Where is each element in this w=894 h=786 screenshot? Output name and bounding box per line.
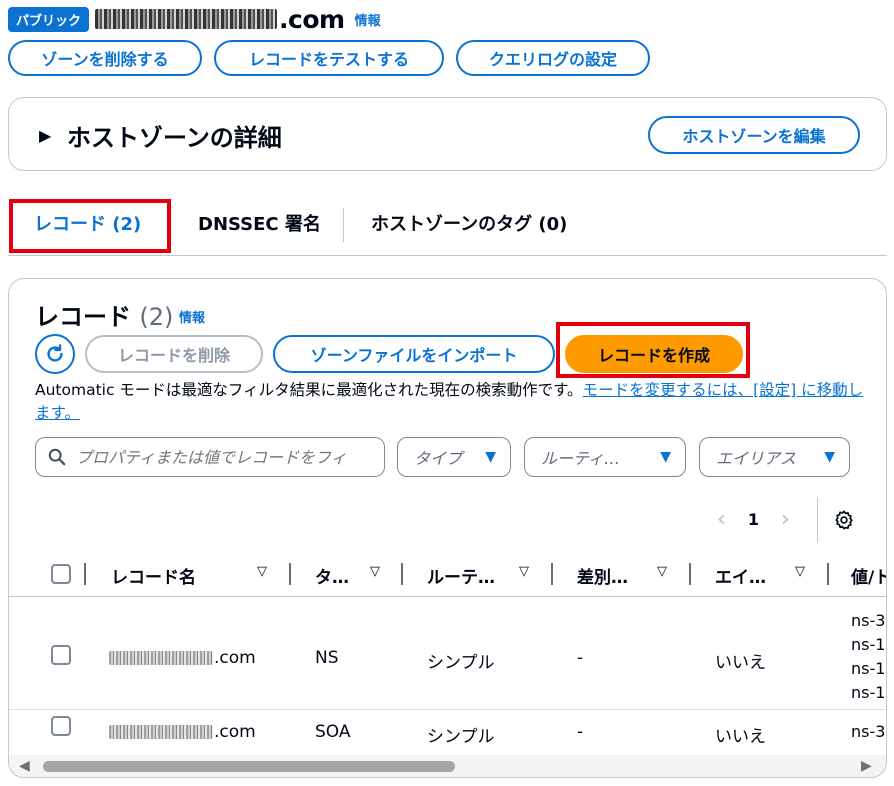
expand-triangle-icon[interactable]: ▶ [39, 126, 51, 145]
scroll-left-icon[interactable]: ◀ [19, 758, 30, 774]
search-input[interactable] [76, 447, 366, 467]
import-zone-file-button[interactable]: ゾーンファイルをインポート [273, 335, 555, 373]
record-name-redacted [109, 725, 213, 739]
records-heading: レコード (2) [35, 297, 173, 332]
row-checkbox[interactable] [51, 716, 71, 736]
description-text: Automatic モードは最適なフィルタ結果に最適化された現在の検索動作です。 [35, 381, 583, 399]
column-divider [84, 563, 86, 585]
select-all-checkbox[interactable] [51, 564, 71, 584]
edit-hosted-zone-button[interactable]: ホストゾーンを編集 [648, 116, 860, 154]
record-value: ns-3 [851, 611, 886, 630]
record-search[interactable] [35, 437, 385, 477]
public-badge: パブリック [8, 6, 90, 32]
record-name[interactable]: .com [109, 648, 256, 668]
sort-icon[interactable]: ▽ [657, 564, 667, 579]
type-filter-label: タイプ [414, 449, 463, 468]
search-mode-description: Automatic モードは最適なフィルタ結果に最適化された現在の検索動作です。… [35, 379, 865, 425]
tab-divider [343, 208, 344, 242]
column-divider [551, 563, 553, 585]
tab-tags[interactable]: ホストゾーンのタグ (0) [371, 210, 567, 236]
record-type: SOA [315, 722, 351, 742]
records-title: レコード [35, 303, 131, 331]
domain-name-suffix: .com [279, 4, 345, 34]
record-values: ns-3 ns-1 ns-1 ns-1 [851, 609, 885, 705]
record-routing: シンプル [427, 653, 495, 673]
record-alias: いいえ [715, 727, 766, 747]
column-alias[interactable]: エイ… [715, 563, 766, 588]
column-record-name[interactable]: レコード名 [111, 563, 196, 588]
table-row[interactable]: .com SOA シンプル - いいえ ns-3 [9, 710, 886, 755]
alias-filter-label: エイリアス [716, 449, 797, 468]
horizontal-scrollbar[interactable]: ◀ ▶ [9, 755, 886, 777]
column-value[interactable]: 値/ト [851, 563, 886, 588]
tab-dnssec[interactable]: DNSSEC 署名 [198, 210, 321, 236]
page-number[interactable]: 1 [748, 510, 759, 529]
next-page-icon[interactable]: › [781, 507, 790, 532]
sort-icon[interactable]: ▽ [257, 564, 267, 579]
column-divider [289, 563, 291, 585]
column-routing[interactable]: ルーテ… [427, 563, 495, 588]
highlight-box-create-record [556, 322, 750, 378]
column-differentiator[interactable]: 差別… [577, 563, 628, 588]
caret-down-icon: ▼ [660, 449, 671, 465]
routing-filter-label: ルーティ… [541, 449, 621, 468]
record-differentiator: - [577, 648, 584, 668]
details-title[interactable]: ホストゾーンの詳細 [67, 118, 282, 153]
scroll-right-icon[interactable]: ▶ [861, 758, 872, 774]
records-count: (2) [139, 303, 174, 331]
pagination: ‹ 1 › [717, 504, 790, 534]
record-type: NS [315, 648, 339, 668]
domain-name-redacted [95, 9, 278, 29]
table-row[interactable]: .com NS シンプル - いいえ ns-3 ns-1 ns-1 ns-1 [9, 597, 886, 710]
delete-record-button[interactable]: レコードを削除 [85, 335, 263, 373]
previous-page-icon[interactable]: ‹ [717, 507, 726, 532]
sort-icon[interactable]: ▽ [519, 564, 529, 579]
delete-zone-button[interactable]: ゾーンを削除する [8, 40, 202, 76]
record-differentiator: - [577, 722, 584, 742]
record-name-redacted [109, 651, 213, 665]
alias-filter[interactable]: エイリアス ▼ [699, 437, 850, 477]
pager-divider [817, 497, 818, 543]
column-divider [827, 563, 829, 585]
record-alias: いいえ [715, 653, 766, 673]
caret-down-icon: ▼ [485, 449, 496, 465]
record-name[interactable]: .com [109, 722, 256, 742]
test-record-button[interactable]: レコードをテストする [214, 40, 444, 76]
record-value: ns-1 [851, 683, 886, 702]
gear-icon[interactable] [833, 509, 855, 531]
zone-action-bar: ゾーンを削除する レコードをテストする クエリログの設定 [8, 40, 650, 76]
column-divider [689, 563, 691, 585]
record-routing: シンプル [427, 727, 495, 747]
search-icon [48, 448, 66, 466]
sort-icon[interactable]: ▽ [370, 564, 380, 579]
record-value: ns-3 [851, 722, 886, 741]
row-checkbox[interactable] [51, 645, 71, 665]
type-filter[interactable]: タイプ ▼ [397, 437, 511, 477]
records-container: レコード (2) 情報 レコードを削除 ゾーンファイルをインポート レコードを作… [8, 278, 887, 778]
highlight-box-records-tab [9, 199, 171, 253]
zone-header: パブリック .com 情報 [8, 4, 381, 34]
refresh-icon [47, 344, 63, 362]
caret-down-icon: ▼ [824, 449, 835, 465]
query-log-button[interactable]: クエリログの設定 [456, 40, 650, 76]
hosted-zone-details-panel: ▶ ホストゾーンの詳細 ホストゾーンを編集 [8, 97, 887, 171]
column-divider [401, 563, 403, 585]
refresh-button[interactable] [35, 334, 75, 374]
record-value: ns-1 [851, 635, 886, 654]
column-type[interactable]: タ… [315, 563, 349, 588]
sort-icon[interactable]: ▽ [795, 564, 805, 579]
header-info-link[interactable]: 情報 [355, 10, 381, 29]
routing-filter[interactable]: ルーティ… ▼ [524, 437, 686, 477]
records-info-link[interactable]: 情報 [179, 307, 205, 326]
records-table-header: レコード名 ▽ タ… ▽ ルーテ… ▽ 差別… ▽ エイ… ▽ 値/ト [9, 551, 886, 597]
record-value: ns-1 [851, 659, 886, 678]
scrollbar-thumb[interactable] [43, 761, 455, 772]
